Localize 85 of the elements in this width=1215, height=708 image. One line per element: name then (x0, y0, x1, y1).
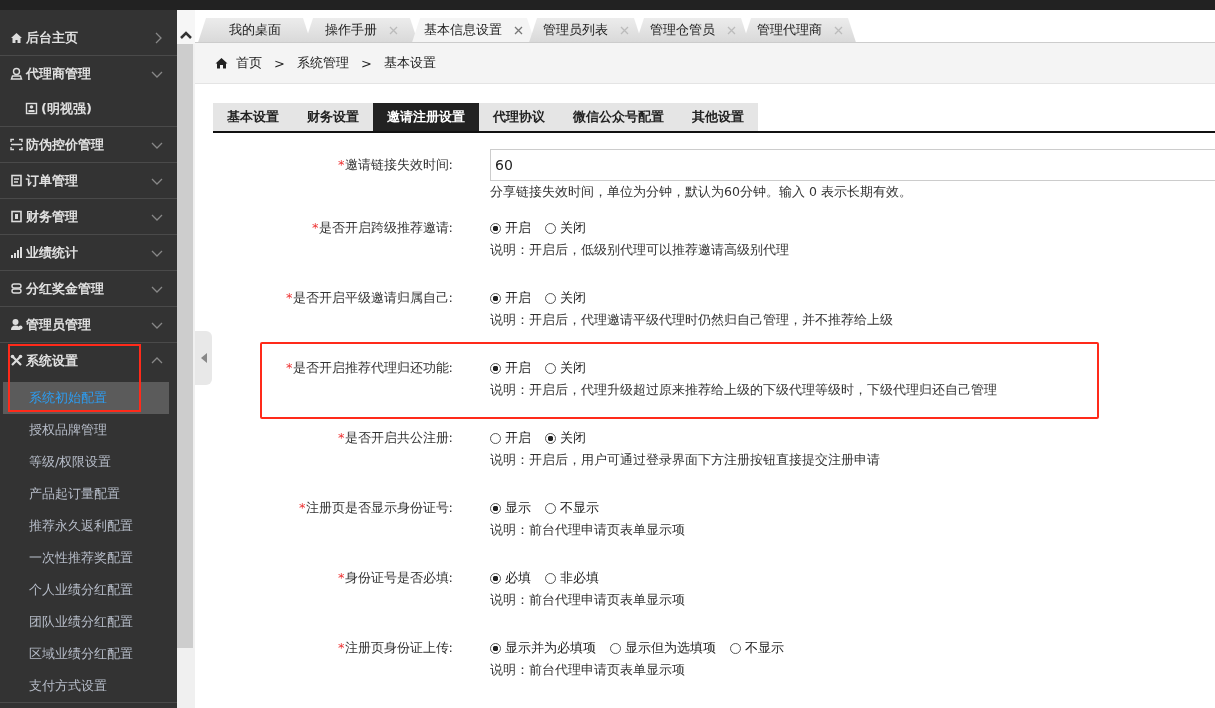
radio-option[interactable]: 关闭 (545, 219, 586, 237)
settings-tab[interactable]: 财务设置 (293, 103, 373, 131)
breadcrumb-link[interactable]: 基本设置 (383, 54, 436, 73)
radio-option[interactable]: 必填 (490, 569, 531, 587)
person-icon (10, 67, 23, 80)
nav-item[interactable]: (明视强) (0, 91, 177, 126)
settings-tab[interactable]: 代理协议 (479, 103, 559, 131)
tools-icon (10, 354, 23, 367)
settings-tab[interactable]: 邀请注册设置 (373, 103, 479, 131)
radio-option[interactable]: 关闭 (545, 429, 586, 447)
radio-option[interactable]: 显示但为选填项 (610, 639, 716, 657)
home-icon (215, 57, 228, 70)
radio-option[interactable]: 显示并为必填项 (490, 639, 596, 657)
required-mark: * (286, 290, 293, 305)
field-label: 邀请链接失效时间: (344, 157, 453, 172)
submenu-item[interactable]: 一次性推荐奖配置 (3, 542, 169, 574)
badge-icon (25, 102, 38, 115)
field-label: 是否开启推荐代理归还功能: (292, 360, 453, 375)
radio-option[interactable]: 不显示 (545, 499, 599, 517)
nav-item[interactable]: 管理员管理 (0, 307, 177, 342)
required-mark: * (338, 430, 345, 445)
nav-item[interactable]: 订单管理 (0, 163, 177, 198)
required-mark: * (286, 360, 293, 375)
hint-text: 说明：前台代理申请页表单显示项 (490, 591, 686, 609)
required-mark: * (299, 500, 306, 515)
breadcrumb-separator: > (274, 55, 285, 71)
required-mark: * (338, 570, 345, 585)
hint-text: 说明：开启后，代理邀请平级代理时仍然归自己管理，并不推荐给上级 (490, 311, 894, 329)
required-mark: * (338, 157, 345, 172)
nav-item[interactable]: 系统设置 (0, 343, 177, 378)
nav-item[interactable]: 业绩统计 (0, 235, 177, 270)
breadcrumb-separator: > (360, 55, 372, 71)
radio-option[interactable]: 开启 (490, 429, 531, 447)
page-tab[interactable]: 管理代理商 (743, 18, 856, 43)
scrollbar[interactable] (177, 10, 195, 708)
field-label: 是否开启平级邀请归属自己: (292, 290, 453, 305)
field-label: 身份证号是否必填: (344, 570, 453, 585)
field-label: 注册页身份证上传: (344, 640, 453, 655)
hint-text: 说明：开启后，用户可通过登录界面下方注册按钮直接提交注册申请 (490, 451, 881, 469)
breadcrumb-link[interactable]: 系统管理 (296, 54, 349, 73)
chevron-right-icon (153, 31, 163, 44)
hint-text: 说明：开启后，代理升级超过原来推荐给上级的下级代理等级时，下级代理归还自己管理 (490, 381, 998, 399)
database-icon (10, 282, 23, 295)
home-icon (10, 31, 23, 44)
radio-option[interactable]: 非必填 (545, 569, 599, 587)
submenu-item[interactable]: 支付方式设置 (3, 670, 169, 702)
submenu-item[interactable]: 等级/权限设置 (3, 446, 169, 478)
settings-tab[interactable]: 微信公众号配置 (559, 103, 678, 131)
scan-icon (10, 138, 23, 151)
nav-item[interactable]: 财务管理 (0, 199, 177, 234)
document-icon (10, 174, 23, 187)
field-label: 是否开启共公注册: (344, 430, 453, 445)
submenu-item[interactable]: 推荐永久返利配置 (3, 510, 169, 542)
nav-item[interactable]: 防伪控价管理 (0, 127, 177, 162)
submenu-item[interactable]: 区域业绩分红配置 (3, 638, 169, 670)
radio-option[interactable]: 开启 (490, 359, 531, 377)
submenu-item[interactable]: 产品起订量配置 (3, 478, 169, 510)
hint-text: 说明：开启后，低级别代理可以推荐邀请高级别代理 (490, 241, 790, 259)
required-mark: * (338, 640, 345, 655)
chevron-up-icon[interactable] (179, 30, 193, 40)
radio-option[interactable]: 开启 (490, 289, 531, 307)
submenu-item[interactable]: 团队业绩分红配置 (3, 606, 169, 638)
radio-option[interactable]: 显示 (490, 499, 531, 517)
input-field[interactable]: 60 (490, 149, 1215, 181)
radio-option[interactable]: 不显示 (730, 639, 784, 657)
field-label: 注册页是否显示身份证号: (305, 500, 453, 515)
submenu-item[interactable]: 授权品牌管理 (3, 414, 169, 446)
radio-option[interactable]: 关闭 (545, 289, 586, 307)
bar-chart-icon (10, 246, 23, 259)
submenu-item[interactable]: 个人业绩分红配置 (3, 574, 169, 606)
radio-option[interactable]: 开启 (490, 219, 531, 237)
breadcrumb-link[interactable]: 首页 (236, 54, 262, 73)
collapse-handle[interactable] (195, 331, 212, 385)
settings-tab[interactable]: 其他设置 (678, 103, 758, 131)
field-label: 是否开启跨级推荐邀请: (318, 220, 453, 235)
settings-tab[interactable]: 基本设置 (213, 103, 293, 131)
nav-item[interactable]: 后台主页 (0, 20, 177, 55)
radio-option[interactable]: 关闭 (545, 359, 586, 377)
hint-text: 说明：前台代理申请页表单显示项 (490, 521, 686, 539)
nav-item[interactable]: 代理商管理 (0, 56, 177, 91)
hint-text: 说明：前台代理申请页表单显示项 (490, 661, 686, 679)
hint-text: 分享链接失效时间，单位为分钟，默认为60分钟。输入 0 表示长期有效。 (490, 183, 913, 201)
nav-item[interactable]: 分红奖金管理 (0, 271, 177, 306)
required-mark: * (312, 220, 319, 235)
close-icon[interactable] (514, 25, 523, 35)
